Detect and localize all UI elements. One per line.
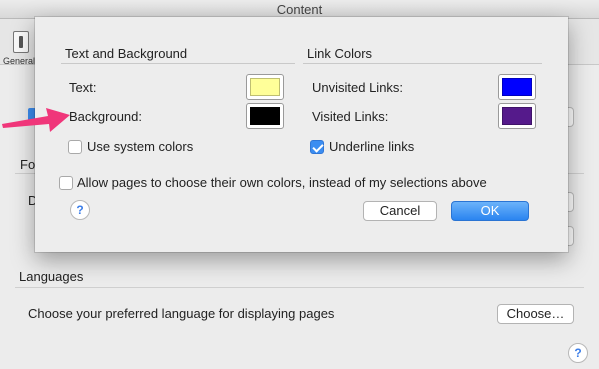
- background-color-well[interactable]: [246, 103, 284, 129]
- link-colors-divider: [303, 63, 542, 64]
- colors-sheet: Text and Background Link Colors Text: Ba…: [35, 17, 568, 252]
- text-background-divider: [61, 63, 295, 64]
- underline-links-checkbox[interactable]: [310, 140, 324, 154]
- background-color-fill: [250, 107, 280, 125]
- text-color-well[interactable]: [246, 74, 284, 100]
- allow-pages-colors-checkbox[interactable]: [59, 176, 73, 190]
- visited-links-color-fill: [502, 107, 532, 125]
- help-icon[interactable]: ?: [568, 343, 588, 363]
- allow-pages-colors-label[interactable]: Allow pages to choose their own colors, …: [77, 175, 487, 190]
- visited-links-label: Visited Links:: [312, 109, 389, 124]
- help-icon[interactable]: ?: [70, 200, 90, 220]
- use-system-colors-checkbox[interactable]: [68, 140, 82, 154]
- text-background-group-title: Text and Background: [65, 46, 188, 61]
- cancel-button[interactable]: Cancel: [363, 201, 437, 221]
- use-system-colors-label[interactable]: Use system colors: [87, 139, 193, 154]
- underline-links-label[interactable]: Underline links: [329, 139, 414, 154]
- languages-section-title: Languages: [19, 269, 84, 284]
- unvisited-links-color-well[interactable]: [498, 74, 536, 100]
- background-color-label: Background:: [69, 109, 142, 124]
- background-section-label: Fo: [20, 157, 36, 172]
- visited-links-color-well[interactable]: [498, 103, 536, 129]
- ok-button[interactable]: OK: [451, 201, 529, 221]
- unvisited-links-label: Unvisited Links:: [312, 80, 404, 95]
- toolbar-general-label[interactable]: General: [3, 56, 35, 66]
- text-color-fill: [250, 78, 280, 96]
- choose-language-button[interactable]: Choose…: [497, 304, 574, 324]
- pointer-arrow-icon: [2, 108, 70, 132]
- languages-description: Choose your preferred language for displ…: [28, 306, 335, 321]
- unvisited-links-color-fill: [502, 78, 532, 96]
- general-icon[interactable]: [13, 31, 29, 53]
- text-color-label: Text:: [69, 80, 97, 95]
- languages-divider: [15, 287, 584, 288]
- link-colors-group-title: Link Colors: [307, 46, 373, 61]
